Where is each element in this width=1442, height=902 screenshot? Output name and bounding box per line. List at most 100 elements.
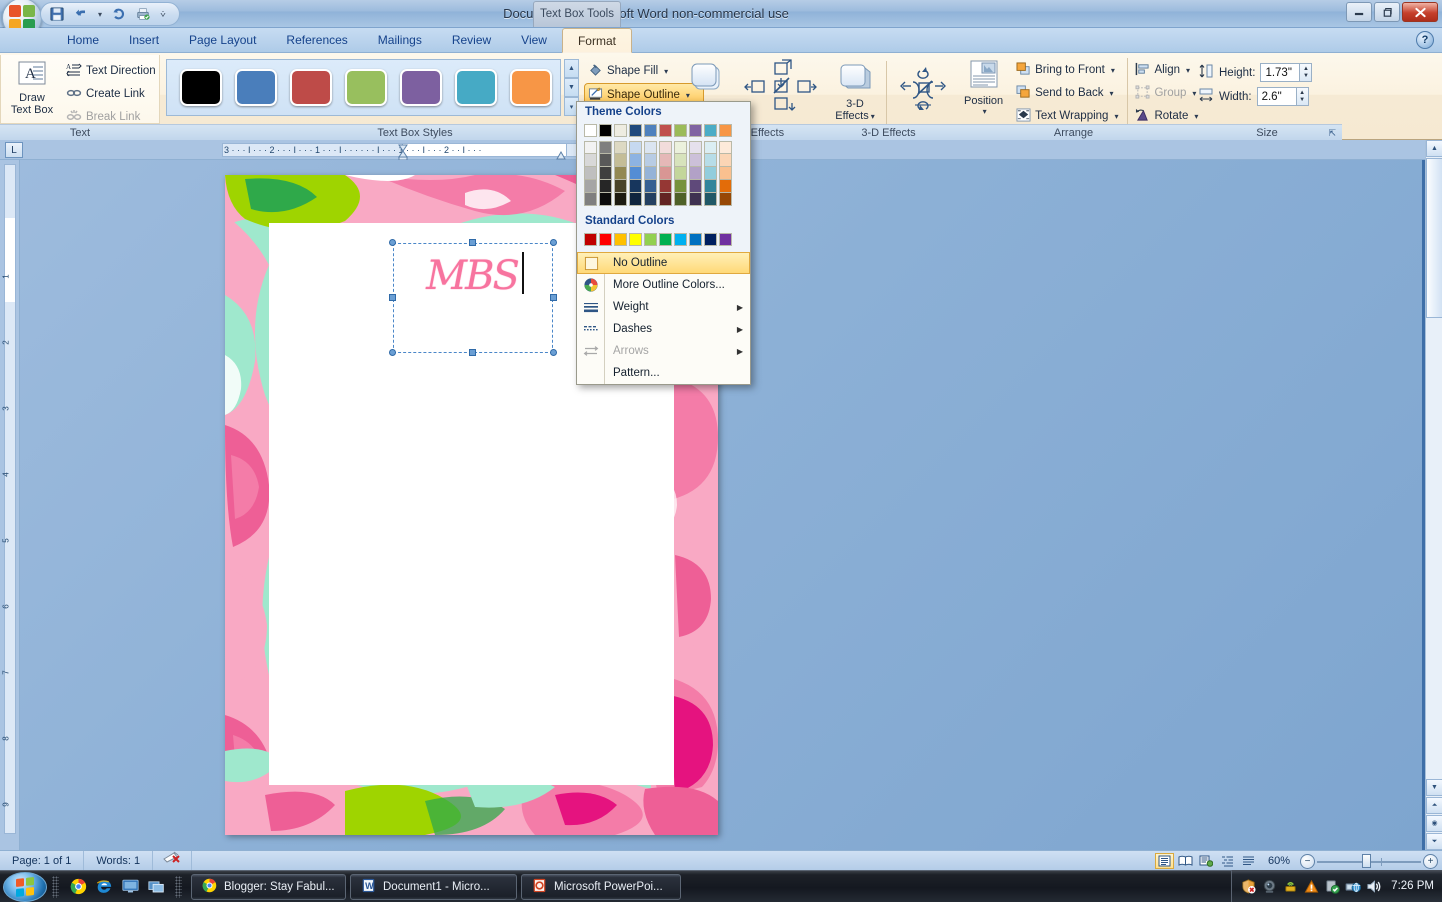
selected-text-box[interactable]: MBS — [389, 239, 557, 356]
variant-4-6[interactable] — [659, 180, 672, 193]
variant-3-7[interactable] — [674, 167, 687, 180]
theme-color-darkblue[interactable] — [629, 124, 642, 137]
variant-3-1[interactable] — [584, 167, 597, 180]
zoom-slider-thumb[interactable] — [1362, 854, 1371, 868]
style-swatch-teal[interactable] — [455, 69, 497, 106]
variant-3-3[interactable] — [614, 167, 627, 180]
3d-tilt-controls[interactable] — [886, 60, 953, 124]
taskbar-item-blogger[interactable]: Blogger: Stay Fabul... — [191, 873, 346, 900]
variant-5-8[interactable] — [689, 193, 702, 206]
wireless-activity-icon[interactable] — [1282, 878, 1298, 894]
quick-access-toolbar[interactable]: ▾ ⩒ — [40, 2, 180, 26]
right-indent-marker[interactable] — [556, 149, 566, 160]
taskbar-grip-2[interactable] — [175, 875, 182, 898]
variant-5-4[interactable] — [629, 193, 642, 206]
tab-home[interactable]: Home — [52, 28, 114, 53]
style-swatch-orange[interactable] — [510, 69, 552, 106]
variant-2-9[interactable] — [704, 154, 717, 167]
text-wrapping-caret-icon[interactable]: ▾ — [1114, 112, 1118, 121]
menu-item-pattern[interactable]: Pattern... — [577, 362, 750, 384]
3d-effects-button[interactable]: 3-D Effects ▾ — [828, 59, 882, 125]
variant-2-7[interactable] — [674, 154, 687, 167]
theme-color-green[interactable] — [674, 124, 687, 137]
variant-5-7[interactable] — [674, 193, 687, 206]
variant-4-7[interactable] — [674, 180, 687, 193]
variant-5-2[interactable] — [599, 193, 612, 206]
variant-3-10[interactable] — [719, 167, 732, 180]
variant-1-4[interactable] — [629, 141, 642, 154]
position-caret-icon[interactable]: ▾ — [983, 107, 987, 116]
menu-item-more-outline-colors[interactable]: More Outline Colors... — [577, 274, 750, 296]
variant-4-2[interactable] — [599, 180, 612, 193]
scroll-up-icon[interactable]: ▲ — [1426, 140, 1442, 157]
theme-color-red[interactable] — [659, 124, 672, 137]
align-caret-icon[interactable]: ▾ — [1186, 66, 1190, 75]
customize-quick-access-icon[interactable]: ⩒ — [157, 5, 169, 24]
style-swatch-green[interactable] — [345, 69, 387, 106]
variant-4-4[interactable] — [629, 180, 642, 193]
variant-3-8[interactable] — [689, 167, 702, 180]
zoom-slider[interactable] — [1317, 853, 1421, 869]
height-spinner[interactable]: ▲ ▼ — [1299, 64, 1312, 81]
standard-purple[interactable] — [719, 233, 732, 246]
standard-colors-grid[interactable] — [577, 230, 750, 252]
variant-5-9[interactable] — [704, 193, 717, 206]
full-screen-reading-view-button[interactable] — [1176, 853, 1195, 869]
text-box-styles-gallery[interactable] — [166, 59, 561, 116]
style-swatch-black[interactable] — [180, 69, 222, 106]
menu-item-no-outline[interactable]: No Outline — [577, 252, 750, 274]
variant-2-3[interactable] — [614, 154, 627, 167]
variant-1-1[interactable] — [584, 141, 597, 154]
show-desktop-icon[interactable] — [120, 877, 140, 897]
webcam-icon[interactable] — [1261, 878, 1277, 894]
variant-2-6[interactable] — [659, 154, 672, 167]
style-swatch-red[interactable] — [290, 69, 332, 106]
theme-color-purple[interactable] — [689, 124, 702, 137]
variant-4-5[interactable] — [644, 180, 657, 193]
theme-variant-row-5[interactable] — [584, 193, 743, 206]
tab-page-layout[interactable]: Page Layout — [174, 28, 271, 53]
variant-3-4[interactable] — [629, 167, 642, 180]
variant-4-3[interactable] — [614, 180, 627, 193]
position-label[interactable]: Position — [964, 95, 1003, 107]
bring-to-front-button[interactable]: Bring to Front ▾ — [1013, 59, 1121, 81]
print-preview-icon[interactable] — [133, 5, 153, 24]
minimize-button[interactable] — [1346, 2, 1372, 22]
variant-4-9[interactable] — [704, 180, 717, 193]
tab-review[interactable]: Review — [437, 28, 506, 53]
theme-color-aqua[interactable] — [704, 124, 717, 137]
print-layout-view-button[interactable] — [1154, 853, 1174, 869]
standard-dark-blue[interactable] — [704, 233, 717, 246]
resize-handle-bottom-left[interactable] — [389, 349, 396, 356]
shadow-nudge-controls[interactable] — [744, 59, 818, 118]
standard-orange[interactable] — [614, 233, 627, 246]
redo-icon[interactable] — [109, 5, 129, 24]
save-icon[interactable] — [47, 5, 67, 24]
standard-dark-red[interactable] — [584, 233, 597, 246]
page-indicator[interactable]: Page: 1 of 1 — [0, 850, 85, 871]
zoom-out-button[interactable]: − — [1300, 853, 1315, 869]
menu-item-weight[interactable]: Weight ▶ — [577, 296, 750, 318]
theme-color-black[interactable] — [599, 124, 612, 137]
tab-format[interactable]: Format — [561, 28, 632, 53]
resize-handle-middle-right[interactable] — [550, 294, 557, 301]
menu-item-dashes[interactable]: Dashes ▶ — [577, 318, 750, 340]
resize-handle-top-right[interactable] — [550, 239, 557, 246]
resize-handle-middle-left[interactable] — [389, 294, 396, 301]
draw-text-box-button[interactable]: A Draw Text Box — [5, 59, 59, 128]
theme-variant-row-4[interactable] — [584, 180, 743, 193]
resize-handle-bottom-center[interactable] — [469, 349, 476, 356]
taskbar-clock[interactable]: 7:26 PM — [1387, 880, 1434, 892]
start-button[interactable] — [3, 871, 47, 902]
variant-5-10[interactable] — [719, 193, 732, 206]
scroll-thumb[interactable] — [1426, 158, 1442, 318]
shape-fill-caret-icon[interactable]: ▾ — [664, 67, 668, 76]
variant-4-1[interactable] — [584, 180, 597, 193]
send-to-back-button[interactable]: Send to Back ▾ — [1013, 82, 1121, 104]
tab-insert[interactable]: Insert — [114, 28, 174, 53]
internet-explorer-icon[interactable] — [94, 877, 114, 897]
update-alert-icon[interactable] — [1303, 878, 1319, 894]
standard-blue[interactable] — [689, 233, 702, 246]
scroll-down-icon[interactable]: ▼ — [1426, 779, 1442, 796]
variant-1-6[interactable] — [659, 141, 672, 154]
